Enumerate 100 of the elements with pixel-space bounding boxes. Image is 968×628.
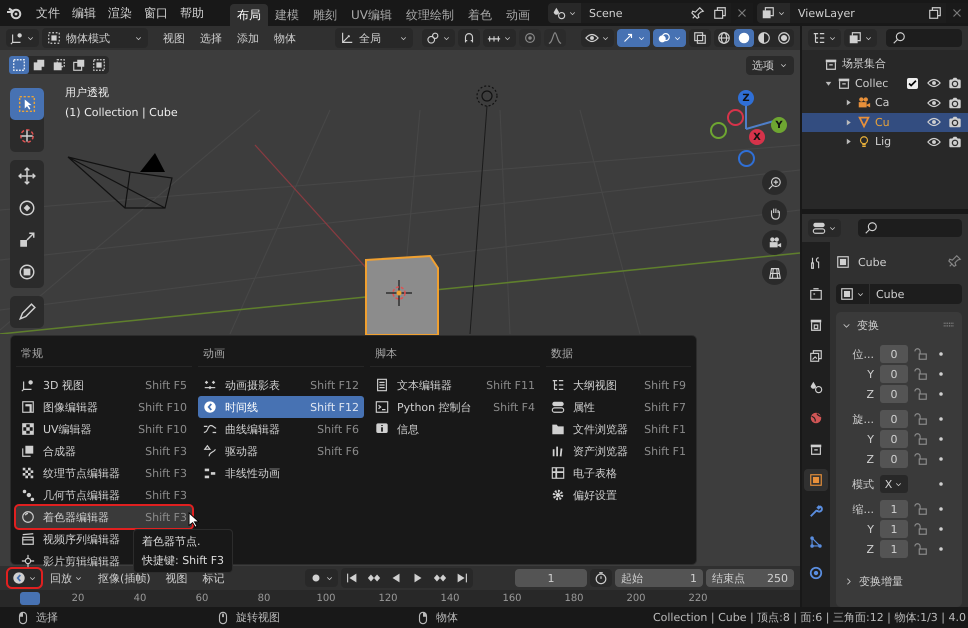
menu-item[interactable]: 属性 Shift F7: [546, 396, 691, 418]
header-menu[interactable]: 添加: [231, 30, 265, 46]
subpanel-title: 变换增量: [859, 574, 903, 589]
menu-item[interactable]: 曲线编辑器 Shift F6: [198, 418, 364, 440]
view-layer-field[interactable]: ViewLayer: [790, 3, 924, 23]
header-menu[interactable]: 物体: [268, 30, 302, 46]
frame-tick-label: 160: [501, 592, 523, 606]
menu-item[interactable]: UV编辑器 Shift F10: [16, 418, 192, 440]
number-field[interactable]: 0: [880, 365, 908, 383]
outliner-row[interactable]: Lig: [802, 132, 968, 152]
menu-item[interactable]: 纹理节点编辑器 Shift F3: [16, 462, 192, 484]
property-label: Y: [866, 432, 874, 446]
property-label: 模式: [851, 476, 874, 492]
menu-item[interactable]: 文件: [30, 4, 66, 22]
number-field[interactable]: 0: [880, 430, 908, 448]
menu-item[interactable]: 帮助: [174, 4, 210, 22]
outliner-row[interactable]: Ca: [802, 93, 968, 112]
mode-dropdown[interactable]: X: [880, 475, 908, 493]
mode-dropdown[interactable]: 物体模式: [42, 28, 148, 48]
menu-item[interactable]: Python 控制台 Shift F4: [370, 396, 540, 418]
view-name: 用户透视: [65, 85, 110, 100]
frame-tick-label: 20: [70, 592, 86, 606]
number-field[interactable]: 0: [880, 345, 908, 363]
workspace-tab[interactable]: UV编辑: [344, 4, 399, 26]
property-label: Y: [866, 368, 874, 380]
frame-tick-label: 80: [256, 592, 272, 606]
end-frame-field[interactable]: 结束点 250: [706, 569, 794, 587]
menu-item[interactable]: 资产浏览器 Shift F1: [546, 440, 691, 462]
workspace-tab[interactable]: 建模: [268, 4, 306, 26]
menu-item[interactable]: 信息: [370, 418, 540, 440]
menu-section-title: 动画: [198, 340, 364, 367]
menu-item[interactable]: 窗口: [138, 4, 174, 22]
frame-tick-label: 120: [377, 592, 399, 606]
axis-handle[interactable]: Z: [738, 90, 754, 106]
menu-item[interactable]: 着色器编辑器 Shift F3: [16, 506, 192, 528]
outliner-item-name: Lig: [875, 135, 892, 148]
frame-tick-label: 180: [563, 592, 585, 606]
object-info: (1) Collection | Cube: [65, 106, 178, 119]
scene-collection-label: 场景集合: [842, 56, 886, 72]
number-field[interactable]: 1: [880, 500, 908, 518]
menu-item[interactable]: 偏好设置: [546, 484, 691, 506]
number-field[interactable]: 1: [880, 540, 908, 558]
property-label: 位...: [852, 346, 874, 362]
outliner-row[interactable]: Cu: [802, 112, 968, 132]
outliner-item-name: Collec: [855, 76, 888, 90]
tooltip-text: 着色器节点.: [142, 534, 202, 549]
object-name: Cube: [858, 256, 888, 268]
header-menu[interactable]: 视图: [160, 570, 194, 586]
menu-item[interactable]: 电子表格: [546, 462, 691, 484]
scene-field[interactable]: Scene: [581, 3, 687, 23]
header-menu[interactable]: 抠像(插帧): [92, 570, 157, 586]
options-dropdown[interactable]: 选项: [746, 56, 794, 75]
number-field[interactable]: 1: [880, 520, 908, 538]
menu-section-title: 常规: [16, 340, 192, 367]
workspace-tab[interactable]: 着色: [461, 4, 499, 26]
header-menu[interactable]: 选择: [194, 30, 228, 46]
tooltip-shortcut: 快捷键: Shift F3: [142, 553, 224, 568]
frame-tick-label: 40: [132, 592, 148, 606]
menu-item[interactable]: 时间线 Shift F12: [198, 396, 364, 418]
status-hint: 选择: [36, 610, 58, 625]
header-menu[interactable]: 标记: [196, 570, 231, 586]
menu-item[interactable]: 几何节点编辑器 Shift F3: [16, 484, 192, 506]
property-label: Y: [866, 522, 874, 536]
menu-item[interactable]: 驱动器 Shift F6: [198, 440, 364, 462]
menu-item[interactable]: 3D 视图 Shift F5: [16, 374, 192, 396]
outliner-row[interactable]: Collec: [802, 74, 968, 93]
menu-item[interactable]: 非线性动画: [198, 462, 364, 484]
menu-item[interactable]: 图像编辑器 Shift F10: [16, 396, 192, 418]
object-name-field[interactable]: Cube: [870, 284, 962, 304]
menu-section-title: 脚本: [370, 340, 540, 367]
menu-item[interactable]: 文本编辑器 Shift F11: [370, 374, 540, 396]
header-menu[interactable]: 视图: [157, 30, 191, 46]
workspace-tab[interactable]: 动画: [499, 4, 537, 26]
axis-handle[interactable]: Y: [771, 117, 787, 133]
property-label: 旋...: [852, 412, 874, 426]
menu-item[interactable]: 大纲视图 Shift F9: [546, 374, 691, 396]
number-field[interactable]: 0: [880, 385, 908, 403]
frame-tick-label: 60: [194, 592, 210, 606]
menu-item[interactable]: 动画摄影表 Shift F12: [198, 374, 364, 396]
menu-item[interactable]: 文件浏览器 Shift F1: [546, 418, 691, 440]
panel-title: 变换: [857, 318, 880, 332]
workspace-tab[interactable]: 布局: [230, 4, 268, 26]
workspace-tab[interactable]: 纹理绘制: [399, 4, 461, 26]
axis-handle[interactable]: X: [749, 129, 765, 145]
menu-item[interactable]: 渲染: [102, 4, 138, 22]
frame-tick-label: 200: [625, 592, 647, 606]
current-frame-field[interactable]: 1: [515, 569, 587, 587]
status-hint: 旋转视图: [236, 610, 280, 625]
status-hint: 物体: [436, 610, 458, 625]
header-menu[interactable]: 回放: [44, 570, 89, 586]
menu-item[interactable]: 合成器 Shift F3: [16, 440, 192, 462]
menu-item[interactable]: 编辑: [66, 4, 102, 22]
number-field[interactable]: 0: [880, 450, 908, 468]
orientation-dropdown[interactable]: 全局: [335, 28, 413, 48]
property-label: 缩...: [852, 502, 874, 516]
outliner-item-name: Ca: [875, 96, 890, 110]
workspace-tab[interactable]: 雕刻: [306, 4, 344, 26]
start-frame-field[interactable]: 起始 1: [615, 569, 703, 587]
scene-statistics: Collection | Cube | 顶点:8 | 面:6 | 三角面:12 | 物体:1/3 | 4.0: [652, 610, 966, 625]
number-field[interactable]: 0: [880, 410, 908, 428]
